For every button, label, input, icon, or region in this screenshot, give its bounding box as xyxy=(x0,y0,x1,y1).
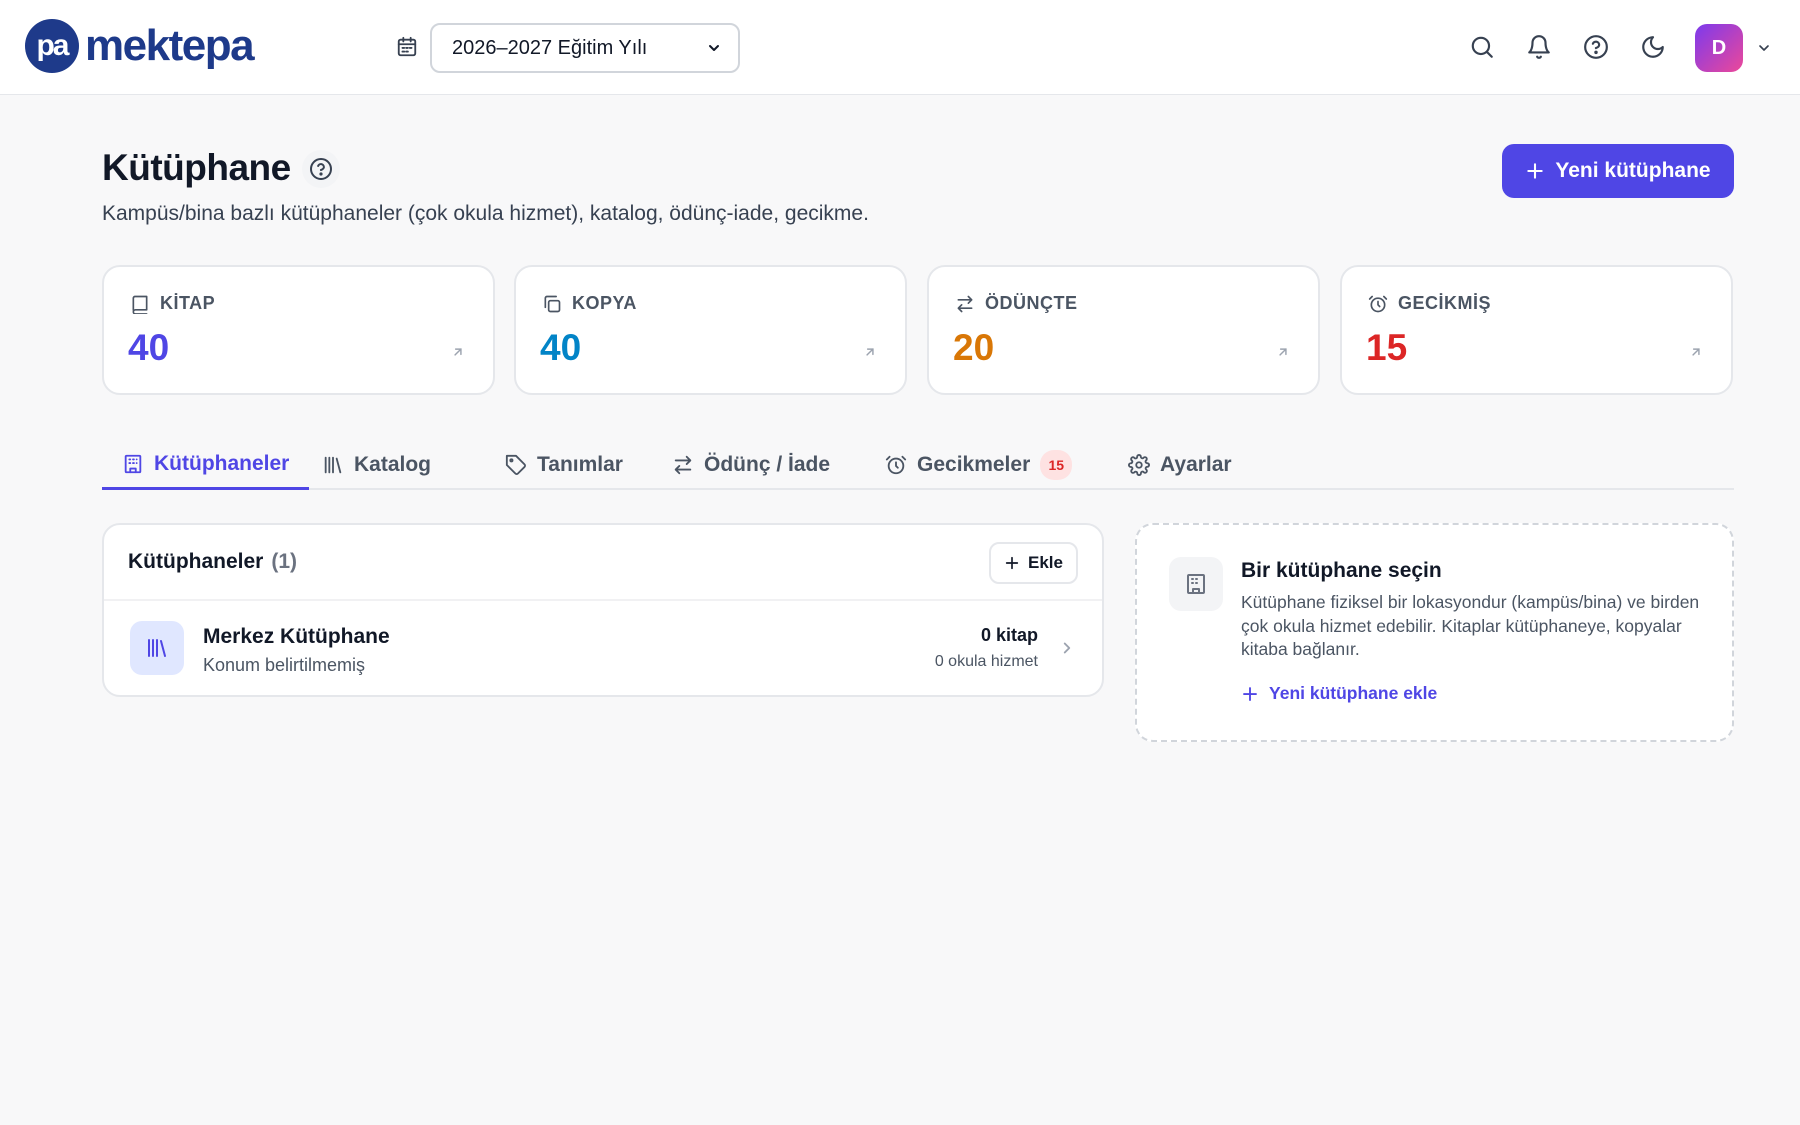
alarm-icon xyxy=(885,455,907,475)
library-icon xyxy=(324,456,342,474)
tab-label: Ayarlar xyxy=(1160,453,1232,476)
add-library-link[interactable]: Yeni kütüphane ekle xyxy=(1241,683,1437,704)
stat-label: KİTAP xyxy=(130,293,215,314)
arrow-up-right-icon xyxy=(454,348,462,356)
gear-icon xyxy=(1128,454,1150,476)
library-icon xyxy=(148,639,166,657)
new-library-button[interactable]: Yeni kütüphane xyxy=(1502,144,1734,198)
tab-catalog[interactable]: Katalog xyxy=(302,440,451,490)
plus-icon xyxy=(1005,556,1019,570)
page-subtitle: Kampüs/bina bazlı kütüphaneler (çok okul… xyxy=(102,202,869,225)
tab-label: Ödünç / İade xyxy=(704,453,831,476)
libraries-panel-title: Kütüphaneler xyxy=(128,550,264,573)
tab-label: Gecikmeler xyxy=(917,453,1031,476)
logo-text: mektepa xyxy=(85,21,255,70)
building-icon xyxy=(1187,574,1205,594)
plus-icon xyxy=(1243,686,1257,701)
year-select[interactable]: 2026–2027 Eğitim Yılı xyxy=(430,23,740,73)
stat-value: 20 xyxy=(953,327,995,368)
list-item[interactable]: Merkez Kütüphane Konum belirtilmemiş 0 k… xyxy=(104,601,1102,695)
tab-overdues[interactable]: Gecikmeler 15 xyxy=(865,440,1092,490)
tab-label: Kütüphaneler xyxy=(154,451,290,475)
tab-label: Katalog xyxy=(354,453,432,476)
stat-value: 40 xyxy=(128,327,170,368)
select-library-description: Kütüphane fiziksel bir lokasyondur (kamp… xyxy=(1241,592,1700,660)
tab-libraries[interactable]: Kütüphaneler xyxy=(102,440,310,490)
page-help-button[interactable] xyxy=(302,150,340,188)
top-bar: pa mektepa 2026–2027 Eğitim Yılı D xyxy=(0,0,1800,95)
moon-icon[interactable] xyxy=(1640,34,1666,60)
swap-icon xyxy=(957,295,973,312)
add-library-label: Ekle xyxy=(1028,553,1063,572)
building-icon xyxy=(124,454,142,473)
arrow-up-right-icon xyxy=(866,348,874,356)
tab-label: Tanımlar xyxy=(537,453,623,476)
bell-icon[interactable] xyxy=(1526,34,1552,60)
help-icon[interactable] xyxy=(1583,34,1609,60)
help-icon xyxy=(310,158,332,180)
chevron-down-icon xyxy=(709,45,719,51)
tab-loan-return[interactable]: Ödünç / İade xyxy=(652,440,850,490)
stat-value: 40 xyxy=(540,327,582,368)
library-school-count: 0 okula hizmet xyxy=(934,653,1038,670)
tag-icon xyxy=(505,454,526,475)
stat-label: ÖDÜNÇTE xyxy=(955,293,1078,314)
stat-card-overdue[interactable]: GECİKMİŞ 15 xyxy=(1340,265,1733,395)
tab-bar: Kütüphaneler Katalog Tanımlar Ödünç / İa… xyxy=(102,440,1734,490)
logo[interactable]: pa mektepa xyxy=(25,19,255,73)
stat-label-text: KİTAP xyxy=(160,293,216,313)
book-icon xyxy=(132,295,148,314)
stat-card-copies[interactable]: KOPYA 40 xyxy=(514,265,907,395)
library-book-count: 0 kitap xyxy=(980,625,1038,645)
library-item-icon xyxy=(130,621,184,675)
stat-card-on-loan[interactable]: ÖDÜNÇTE 20 xyxy=(927,265,1320,395)
tab-definitions[interactable]: Tanımlar xyxy=(485,440,643,490)
logo-mark: pa xyxy=(25,19,79,73)
arrow-up-right-icon xyxy=(1279,348,1287,356)
stat-label: KOPYA xyxy=(542,293,637,314)
swap-icon xyxy=(674,455,692,475)
add-library-link-label: Yeni kütüphane ekle xyxy=(1269,683,1438,703)
library-name: Merkez Kütüphane xyxy=(203,625,390,648)
stat-label-text: GECİKMİŞ xyxy=(1398,293,1492,313)
calendar-icon xyxy=(397,36,417,57)
tab-settings[interactable]: Ayarlar xyxy=(1108,440,1252,490)
new-library-label: Yeni kütüphane xyxy=(1555,159,1711,182)
year-select-value: 2026–2027 Eğitim Yılı xyxy=(452,36,648,59)
library-location: Konum belirtilmemiş xyxy=(203,655,366,675)
stat-label-text: KOPYA xyxy=(572,293,637,313)
copy-icon xyxy=(544,295,561,312)
select-library-icon xyxy=(1169,557,1223,611)
search-icon[interactable] xyxy=(1469,34,1495,60)
avatar[interactable]: D xyxy=(1695,24,1743,72)
add-library-button[interactable]: Ekle xyxy=(989,542,1078,584)
select-library-card: Bir kütüphane seçin Kütüphane fiziksel b… xyxy=(1135,523,1734,742)
select-library-title: Bir kütüphane seçin xyxy=(1241,559,1442,582)
plus-icon xyxy=(1527,163,1544,179)
stat-label: GECİKMİŞ xyxy=(1368,293,1491,314)
libraries-panel-count: (1) xyxy=(271,550,298,573)
page-title: Kütüphane xyxy=(102,147,291,188)
stat-label-text: ÖDÜNÇTE xyxy=(985,293,1078,313)
libraries-panel: Kütüphaneler (1) Ekle Merkez Kütüphane K… xyxy=(102,523,1104,697)
stat-card-books[interactable]: KİTAP 40 xyxy=(102,265,495,395)
arrow-up-right-icon xyxy=(1692,348,1700,356)
stat-value: 15 xyxy=(1366,327,1408,368)
libraries-panel-header: Kütüphaneler (1) Ekle xyxy=(104,525,1102,601)
chevron-down-icon[interactable] xyxy=(1756,40,1772,56)
chevron-right-icon xyxy=(1063,642,1071,654)
overdue-count-badge: 15 xyxy=(1040,450,1073,480)
alarm-icon xyxy=(1368,295,1388,312)
